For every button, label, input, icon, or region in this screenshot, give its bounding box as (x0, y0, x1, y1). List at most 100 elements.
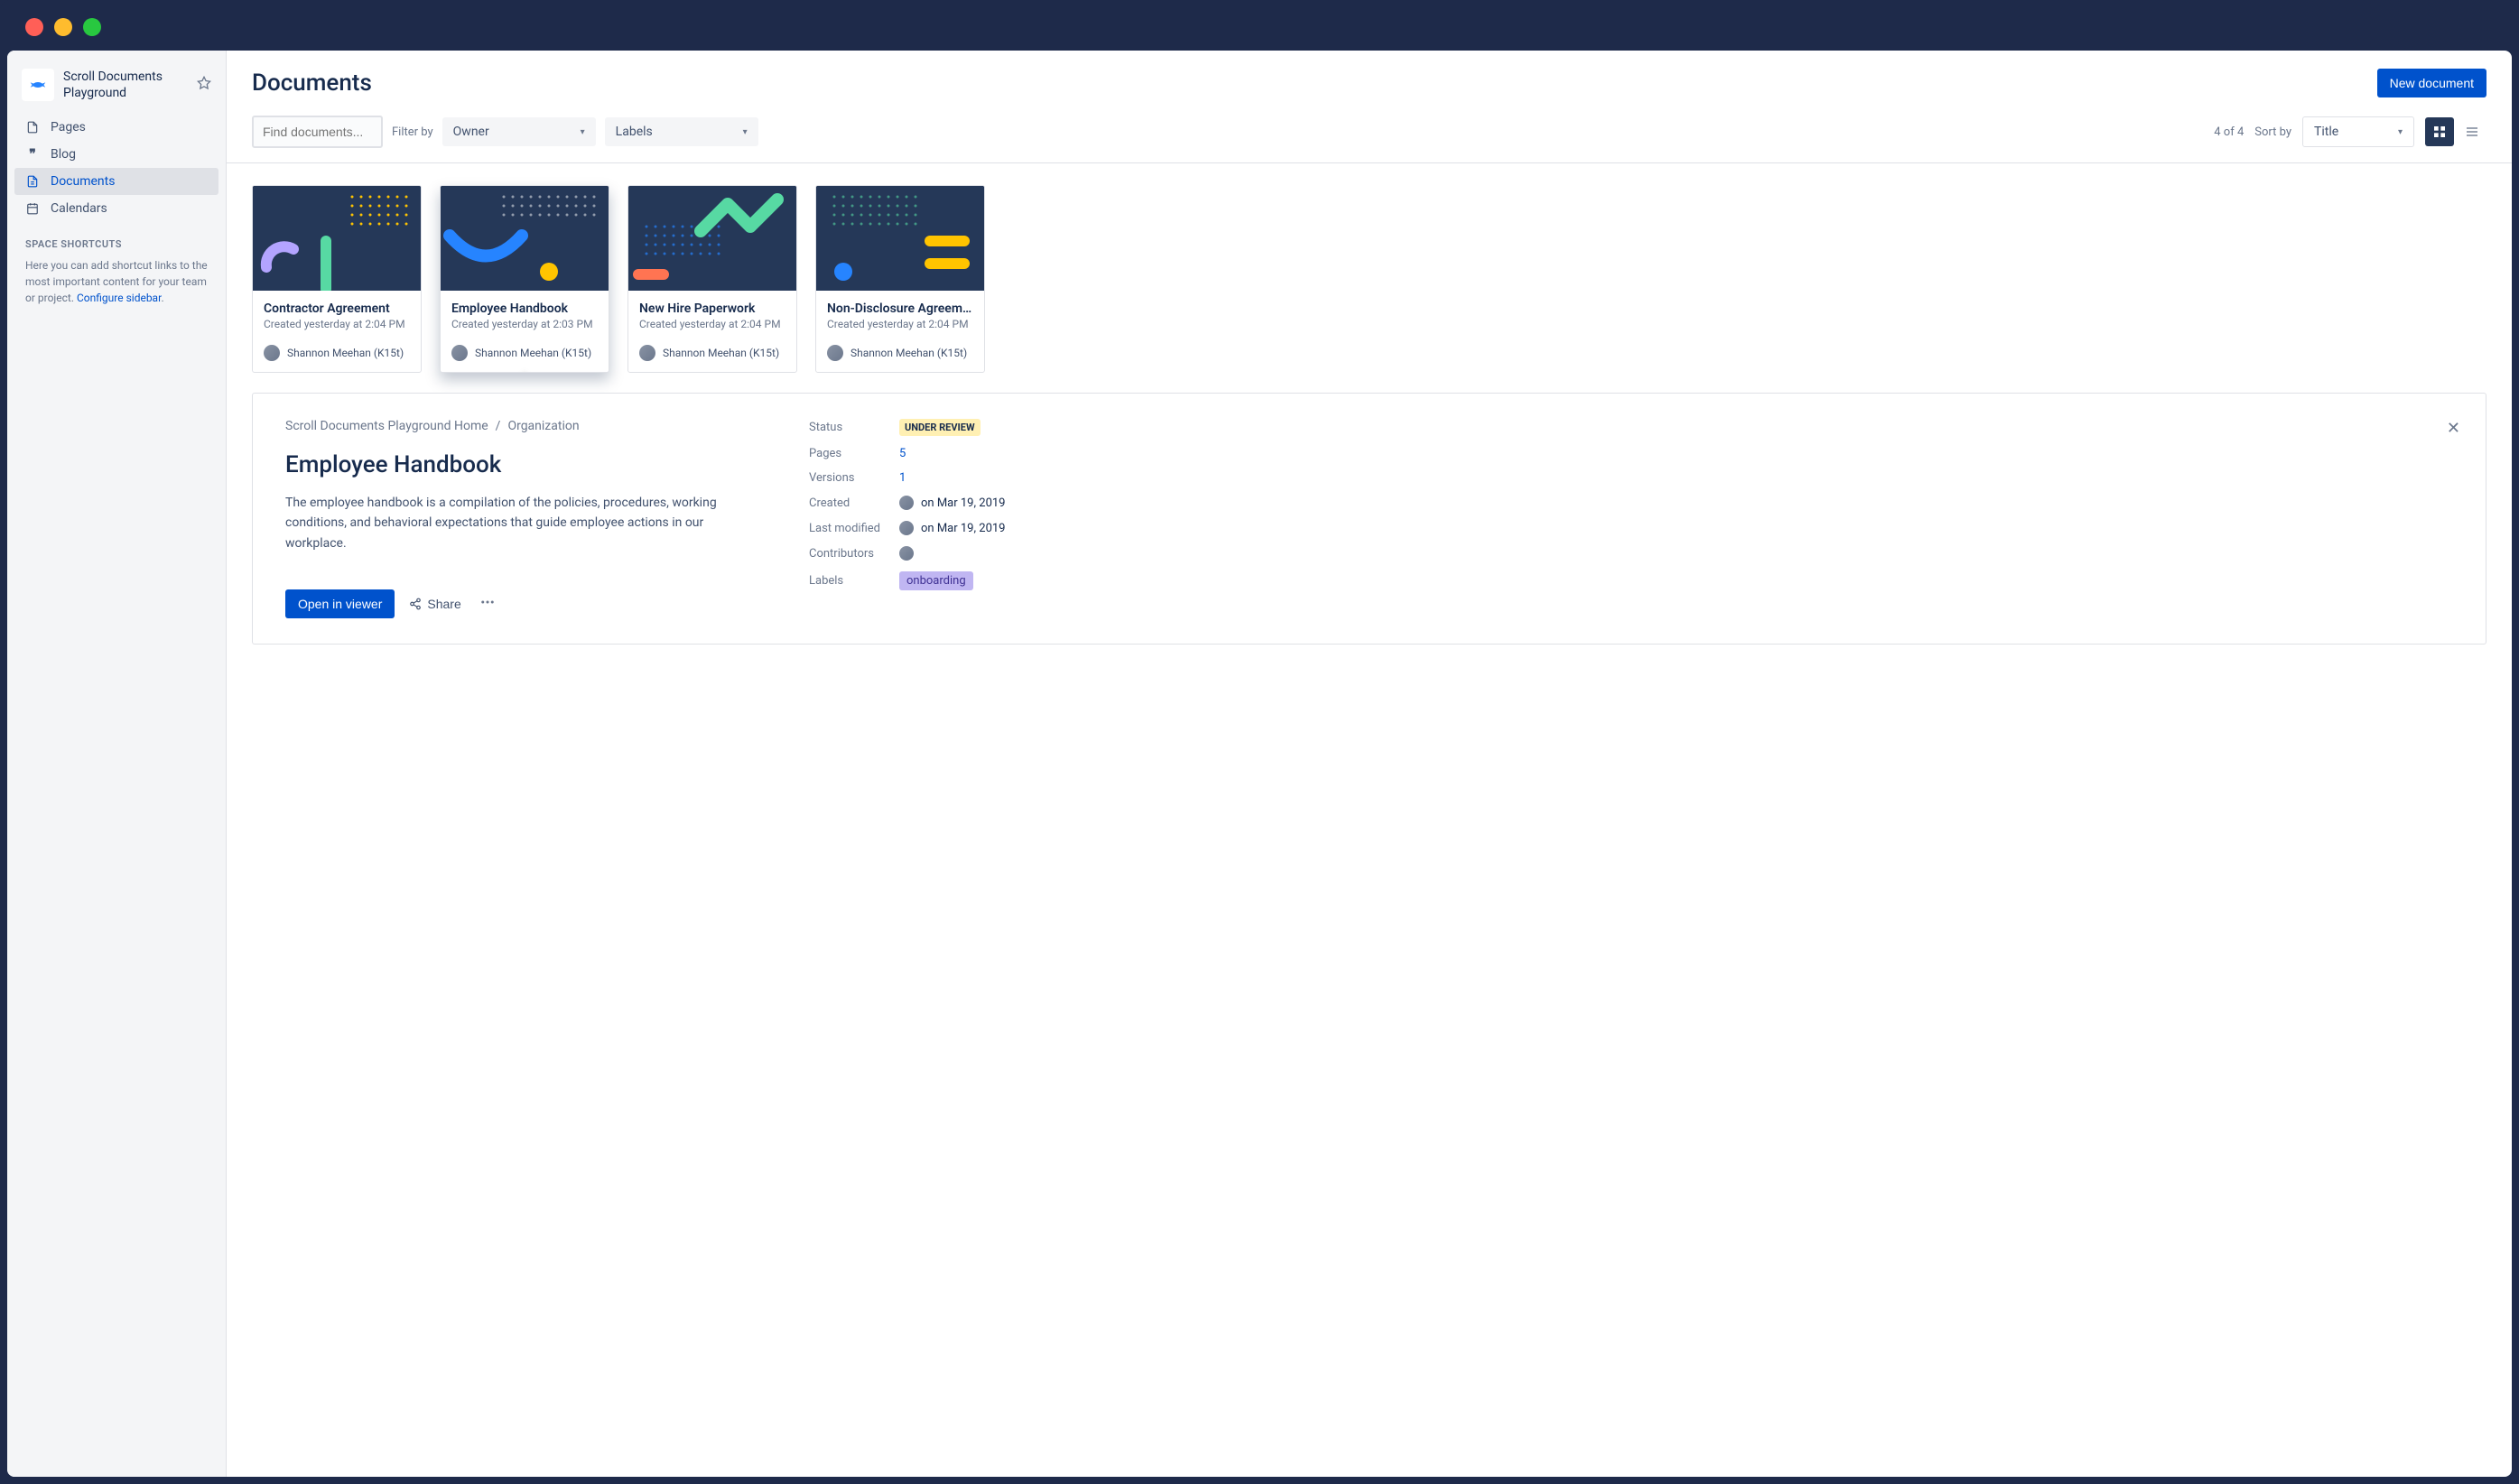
sort-label: Sort by (2254, 125, 2291, 139)
card-thumbnail (628, 186, 796, 291)
avatar (899, 521, 914, 535)
card-author: Shannon Meehan (K15t) (451, 345, 598, 361)
more-actions-button[interactable] (476, 590, 499, 617)
share-icon (409, 598, 422, 610)
shortcuts-help: Here you can add shortcut links to the m… (14, 257, 218, 306)
space-logo[interactable] (22, 69, 54, 101)
window-close[interactable] (25, 18, 43, 36)
meta-status-label: Status (809, 421, 899, 434)
page-title: Documents (252, 70, 372, 97)
breadcrumb: Scroll Documents Playground Home / Organ… (285, 419, 755, 433)
meta-modified-label: Last modified (809, 522, 899, 535)
card-title: Employee Handbook (451, 301, 598, 316)
chevron-down-icon: ▾ (743, 127, 748, 137)
breadcrumb-parent[interactable]: Organization (507, 419, 579, 433)
card-title: Non-Disclosure Agreem… (827, 301, 973, 316)
toolbar: Filter by Owner▾ Labels▾ 4 of 4 Sort by … (227, 107, 2512, 163)
star-icon[interactable] (197, 76, 211, 94)
meta-created-label: Created (809, 496, 899, 510)
card-meta: Created yesterday at 2:04 PM (639, 318, 785, 330)
detail-actions: Open in viewer Share (285, 589, 755, 618)
meta-versions-label: Versions (809, 471, 899, 485)
nav-item-label: Documents (51, 174, 115, 189)
nav-item-documents[interactable]: Documents (14, 168, 218, 195)
card-grid: Contractor Agreement Created yesterday a… (252, 185, 2486, 373)
document-card[interactable]: Contractor Agreement Created yesterday a… (252, 185, 422, 373)
shortcuts-section-label: SPACE SHORTCUTS (14, 222, 218, 257)
filter-label: Filter by (392, 125, 433, 139)
list-view-button[interactable] (2458, 117, 2486, 146)
card-author: Shannon Meehan (K15t) (264, 345, 410, 361)
breadcrumb-home[interactable]: Scroll Documents Playground Home (285, 419, 488, 433)
breadcrumb-separator: / (496, 419, 501, 433)
nav-item-pages[interactable]: Pages (14, 114, 218, 141)
card-author: Shannon Meehan (K15t) (639, 345, 785, 361)
main-content: Documents New document Filter by Owner▾ … (227, 51, 2512, 1477)
search-input[interactable] (252, 116, 383, 148)
calendar-icon (25, 201, 40, 216)
document-card[interactable]: Non-Disclosure Agreem… Created yesterday… (815, 185, 985, 373)
label-badge[interactable]: onboarding (899, 571, 973, 590)
avatar (827, 345, 843, 361)
avatar (639, 345, 655, 361)
sort-dropdown[interactable]: Title▾ (2302, 116, 2414, 147)
avatar (451, 345, 468, 361)
nav-item-label: Blog (51, 147, 76, 162)
avatar (899, 546, 914, 561)
card-meta: Created yesterday at 2:03 PM (451, 318, 598, 330)
nav-item-label: Pages (51, 120, 86, 134)
grid-view-button[interactable] (2425, 117, 2454, 146)
document-card[interactable]: Employee Handbook Created yesterday at 2… (440, 185, 609, 373)
nav-item-label: Calendars (51, 201, 107, 216)
meta-pages-label: Pages (809, 447, 899, 460)
nav-item-blog[interactable]: ❞ Blog (14, 141, 218, 168)
nav-item-calendars[interactable]: Calendars (14, 195, 218, 222)
close-icon[interactable]: ✕ (2447, 419, 2460, 438)
detail-panel: ✕ Scroll Documents Playground Home / Org… (252, 393, 2486, 645)
owner-dropdown[interactable]: Owner▾ (442, 117, 596, 146)
space-name[interactable]: Scroll Documents Playground (63, 69, 188, 101)
card-meta: Created yesterday at 2:04 PM (264, 318, 410, 330)
card-thumbnail (253, 186, 421, 291)
detail-title: Employee Handbook (285, 451, 755, 478)
meta-created-value: on Mar 19, 2019 (921, 496, 1006, 510)
result-count: 4 of 4 (2214, 125, 2244, 139)
quote-icon: ❞ (25, 147, 40, 162)
card-title: New Hire Paperwork (639, 301, 785, 316)
card-meta: Created yesterday at 2:04 PM (827, 318, 973, 330)
open-viewer-button[interactable]: Open in viewer (285, 589, 395, 618)
configure-sidebar-link[interactable]: Configure sidebar (77, 292, 161, 304)
new-document-button[interactable]: New document (2377, 69, 2486, 97)
window-minimize[interactable] (54, 18, 72, 36)
chevron-down-icon: ▾ (2398, 127, 2403, 137)
share-button[interactable]: Share (409, 597, 460, 611)
avatar (899, 496, 914, 510)
content-header: Documents New document (227, 51, 2512, 107)
card-thumbnail (441, 186, 609, 291)
meta-contributors-label: Contributors (809, 547, 899, 561)
chevron-down-icon: ▾ (581, 127, 585, 137)
meta-versions-value[interactable]: 1 (899, 471, 906, 485)
meta-pages-value[interactable]: 5 (899, 447, 906, 460)
more-icon (479, 594, 496, 610)
detail-metadata: Status UNDER REVIEW Pages 5 Versions 1 (809, 419, 1062, 618)
page-icon (25, 120, 40, 134)
card-author: Shannon Meehan (K15t) (827, 345, 973, 361)
detail-description: The employee handbook is a compilation o… (285, 493, 755, 553)
space-header: Scroll Documents Playground (14, 65, 218, 114)
meta-labels-label: Labels (809, 574, 899, 588)
content-body: Contractor Agreement Created yesterday a… (227, 163, 2512, 1477)
labels-dropdown[interactable]: Labels▾ (605, 117, 758, 146)
document-card[interactable]: New Hire Paperwork Created yesterday at … (627, 185, 797, 373)
nav-list: Pages ❞ Blog Documents Calendars (14, 114, 218, 222)
avatar (264, 345, 280, 361)
meta-modified-value: on Mar 19, 2019 (921, 522, 1006, 535)
status-badge: UNDER REVIEW (899, 419, 981, 436)
sidebar: Scroll Documents Playground Pages ❞ Blog… (7, 51, 227, 1477)
window-title-bar (7, 7, 2512, 51)
view-toggle (2425, 117, 2486, 146)
card-thumbnail (816, 186, 984, 291)
card-title: Contractor Agreement (264, 301, 410, 316)
doc-icon (25, 174, 40, 189)
window-maximize[interactable] (83, 18, 101, 36)
